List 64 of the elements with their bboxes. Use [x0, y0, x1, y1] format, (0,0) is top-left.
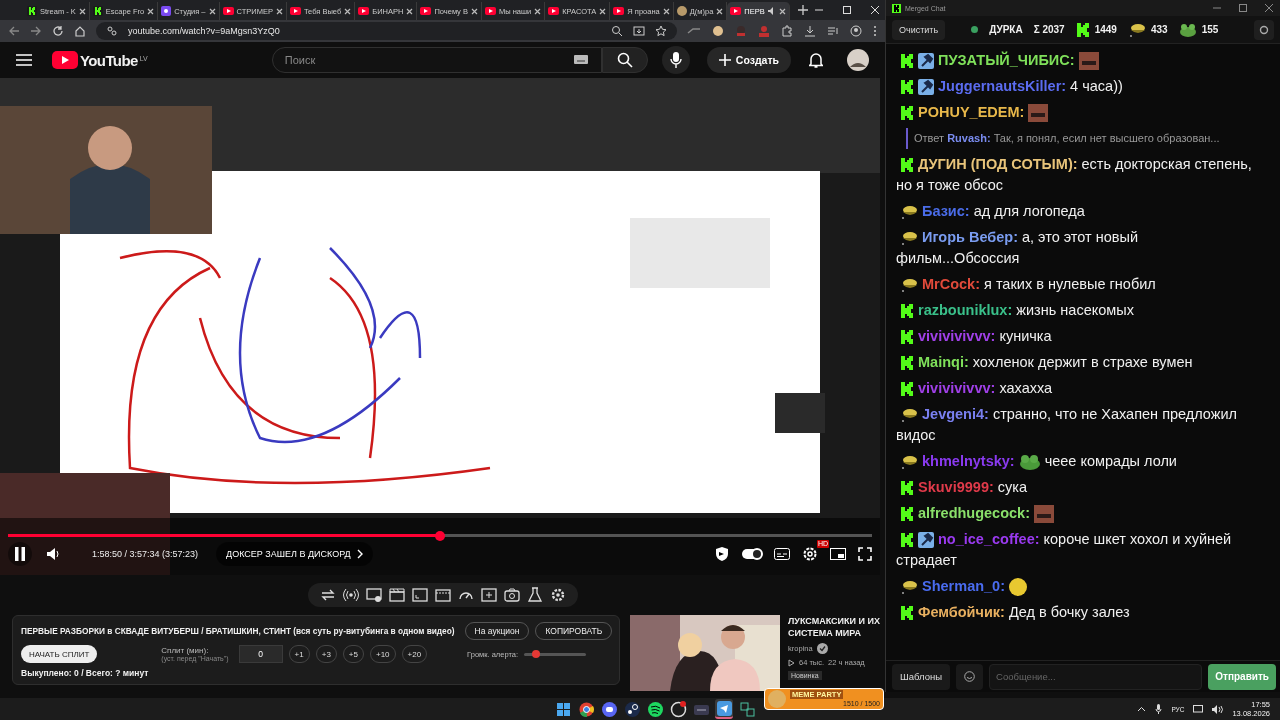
username[interactable]: ПУЗАТЫЙ_ЧИБИС:	[938, 50, 1075, 71]
chapter-button[interactable]: ДОКСЕР ЗАШЕЛ В ДИСКОРД	[216, 542, 373, 566]
viewer-count: Σ 2037	[1033, 24, 1065, 35]
search-field[interactable]: Поиск	[271, 47, 602, 73]
message-text: хахахха	[999, 379, 1053, 398]
username[interactable]: khmelnytsky:	[922, 451, 1015, 472]
increment-button[interactable]: +5	[342, 645, 364, 663]
address-bar[interactable]: youtube.com/watch?v=9aMgsn3YzQ0	[96, 22, 677, 40]
username[interactable]: vivivivivvv:	[918, 326, 996, 347]
message-text: но я тоже обсос	[896, 176, 1005, 195]
message-text: 4 часа))	[1070, 77, 1123, 96]
viewer-count: 433	[1150, 24, 1168, 35]
message-input[interactable]: Сообщение...	[989, 663, 1203, 690]
message-text: жизнь насекомых	[1016, 301, 1134, 320]
message-text: есть докторская степень,	[1081, 155, 1252, 174]
message-text: хохленок держит в страхе вумен	[972, 353, 1193, 372]
username[interactable]: Игорь Вебер:	[922, 227, 1018, 248]
username[interactable]: Mainqi:	[918, 352, 969, 373]
message-text: короче шкет хохол и хуйней	[1043, 530, 1232, 549]
username[interactable]: no_ice_coffee:	[938, 529, 1040, 550]
message-text: куничка	[999, 327, 1052, 346]
clear-button[interactable]: Очистить	[892, 19, 946, 40]
message-text: сука	[997, 478, 1027, 497]
auction-button[interactable]: На аукцион	[464, 622, 530, 640]
username[interactable]: Фембойчик:	[918, 602, 1005, 623]
increment-button[interactable]: +3	[315, 645, 337, 663]
message-text: я таких в нулевые гнобил	[984, 275, 1156, 294]
video-title: ПЕРВЫЕ РАЗБОРКИ в СКВАДЕ ВИТУБЕРШ / БРАТИШКИН, СТИНТ (вся суть ру-витубинга в одном видео)	[21, 626, 455, 636]
create-button[interactable]: Создать	[706, 47, 791, 73]
username[interactable]: vivivivivvv:	[918, 378, 996, 399]
username[interactable]: Базис:	[922, 201, 970, 222]
viewer-count: 155	[1201, 24, 1219, 35]
message-text: страдает	[896, 551, 958, 570]
templates-button[interactable]: Шаблоны	[892, 663, 950, 690]
username[interactable]: Sherman_0:	[922, 576, 1005, 597]
start-split-button[interactable]: НАЧАТЬ СПЛИТ	[21, 645, 98, 663]
message-text: фильм...Обсоссия	[896, 249, 1021, 268]
username[interactable]: Skuvi9999:	[918, 477, 994, 498]
message-text: странно, что не Хахапен предложил	[992, 405, 1238, 424]
split-label: Сплит (мин):	[161, 646, 210, 655]
message-text: видос	[896, 426, 937, 445]
copy-button[interactable]: КОПИРОВАТЬ	[535, 622, 613, 640]
message-text: а, это этот новый	[1022, 228, 1139, 247]
username[interactable]: alfredhugecock:	[918, 503, 1030, 524]
recommended-video-title[interactable]: ЛУКСМАКСИКИ И ИХ СИСТЕМА МИРА	[788, 615, 880, 639]
username[interactable]: ДУГИН (ПОД СОТЫМ):	[918, 154, 1078, 175]
reply-preview: Ответ Ruvash: Так, я понял, есил нет высшего образован...	[906, 128, 1270, 149]
message-text: Дед в бочку залез	[1008, 603, 1130, 622]
username[interactable]: razbouniklux:	[918, 300, 1013, 321]
increment-button[interactable]: +10	[369, 645, 396, 663]
viewer-count: 1449	[1094, 24, 1117, 35]
youtube-logo[interactable]: YouTube$^{LV}$	[52, 51, 148, 69]
message-text: ад для логопеда	[973, 202, 1085, 221]
message-text: чеее комрады лоли	[1044, 452, 1177, 471]
purchase-summary: Выкуплено: 0 / Всего: ? минут	[21, 668, 150, 678]
channel-name: ДУРКА	[989, 24, 1023, 35]
split-input[interactable]: 0	[238, 645, 283, 663]
username[interactable]: POHUY_EDEM:	[918, 102, 1025, 123]
time-display: 1:58:50 / 3:57:34 (3:57:23)	[92, 549, 199, 559]
username[interactable]: MrCock:	[922, 274, 980, 295]
increment-button[interactable]: +1	[288, 645, 310, 663]
username[interactable]: JuggernautsKiller:	[938, 76, 1067, 97]
username[interactable]: Jevgeni4:	[922, 404, 989, 425]
increment-button[interactable]: +20	[401, 645, 428, 663]
